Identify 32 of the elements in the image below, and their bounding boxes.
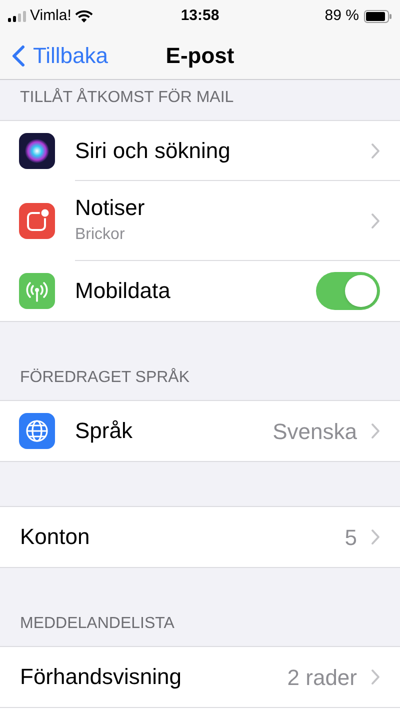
chevron-icon: [371, 669, 380, 685]
row-label: Språk: [75, 417, 134, 445]
siri-icon: [19, 133, 55, 169]
row-label: Notiser: [75, 194, 146, 222]
chevron-icon: [371, 529, 380, 545]
wifi-icon: [75, 10, 94, 22]
globe-icon: [19, 413, 55, 449]
antenna-icon: [19, 273, 55, 309]
notifications-icon: [19, 203, 55, 239]
row-value: Svenska: [272, 418, 357, 446]
row-value: 5: [344, 524, 357, 552]
chevron-icon: [371, 142, 380, 158]
row-label: Konton: [20, 523, 91, 551]
clock-time: 13:58: [180, 6, 220, 26]
row-label: Förhandsvisning: [20, 663, 182, 691]
section-header: FÖREDRAGET SPRÅK: [20, 367, 190, 388]
chevron-icon: [371, 212, 380, 228]
chevron-icon: [371, 423, 380, 439]
back-chevron-icon: [12, 44, 25, 66]
row-label: Siri och sökning: [75, 136, 232, 164]
battery-icon: [364, 10, 392, 22]
row-subtitle: Brickor: [75, 225, 126, 246]
page-title: E-post: [166, 42, 234, 70]
row-label: Mobildata: [75, 277, 172, 305]
toggle-switch[interactable]: [316, 272, 380, 310]
row-value: 2 rader: [287, 664, 357, 692]
signal-icon: [8, 10, 26, 22]
battery-percent: 89 %: [324, 6, 359, 26]
carrier-name: Vimla!: [30, 6, 72, 26]
section-header: TILLÅT ÅTKOMST FÖR MAIL: [20, 87, 234, 108]
back-button[interactable]: Tillbaka: [0, 39, 108, 72]
section-header: MEDDELANDELISTA: [20, 614, 174, 634]
